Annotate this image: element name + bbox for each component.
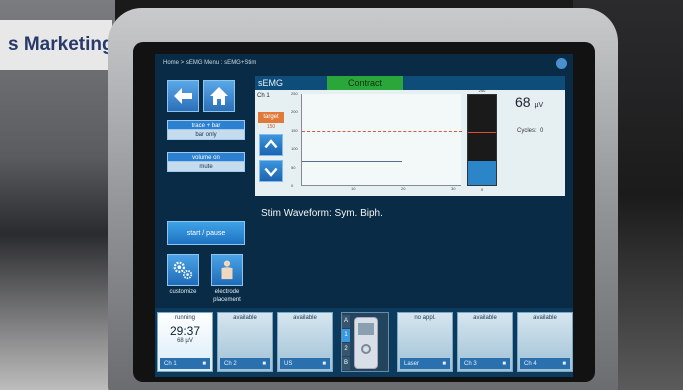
channel-reading: 68 µV	[177, 338, 193, 344]
target-down-button[interactable]	[259, 160, 283, 182]
help-icon[interactable]	[556, 58, 567, 69]
y-tick-label: 150	[291, 127, 298, 133]
meter-target-marker	[468, 131, 496, 133]
x-tick-label: 20	[401, 186, 406, 191]
chart-header: sEMG Contract	[255, 76, 565, 90]
channel-status: available	[533, 315, 557, 321]
gears-icon	[173, 261, 193, 280]
cycles-label: Cycles:	[517, 128, 537, 134]
cycles-counter: Cycles: 0	[517, 128, 543, 134]
channel-name: Ch 1	[164, 360, 177, 367]
channel-connector-icon: ■	[562, 360, 566, 367]
channel-card[interactable]: available Ch 4 ■	[517, 312, 573, 372]
channel-card[interactable]: running 29:37 68 µV Ch 1 ■	[157, 312, 213, 372]
chart-channel-label: Ch 1	[257, 93, 270, 99]
y-tick-label: 250	[291, 91, 298, 96]
channel-card[interactable]: available Ch 3 ■	[457, 312, 513, 372]
contract-status: Contract	[327, 76, 403, 90]
y-tick-label: 200	[291, 109, 298, 115]
channel-timer: 29:37	[169, 324, 201, 338]
trace-mode-title: trace + bar	[167, 120, 245, 130]
channel-connector-icon: ■	[322, 360, 326, 367]
volume-title: volume on	[167, 152, 245, 162]
y-tick-label: 50	[291, 164, 296, 170]
x-tick-label: 10	[351, 186, 356, 191]
customize-label: customize	[169, 289, 197, 295]
volume-value: mute	[167, 162, 245, 172]
cycles-value: 0	[540, 128, 544, 134]
device-screen: Home > sEMG Menu : sEMG+Stim trace + bar…	[155, 54, 573, 377]
electrode-placement-button[interactable]	[211, 254, 243, 286]
channel-card[interactable]: available US ■	[277, 312, 333, 372]
channel-footer: Laser ■	[400, 358, 450, 369]
target-up-button[interactable]	[259, 134, 283, 156]
emg-plot-area	[301, 94, 462, 186]
channel-bar: running 29:37 68 µV Ch 1 ■ available Ch 2 ■ avai…	[155, 308, 573, 377]
background-sign: s Marketing	[0, 20, 112, 70]
y-tick-label: 0	[291, 183, 294, 188]
channel-name: Ch 4	[524, 360, 537, 367]
signal-trace	[302, 160, 402, 162]
emg-reading-value: 68	[515, 94, 531, 110]
chevron-down-icon	[264, 167, 278, 177]
trace-mode-value: bar only	[167, 130, 245, 140]
channel-footer: Ch 3 ■	[460, 358, 510, 369]
home-icon	[210, 87, 228, 105]
channel-status: available	[233, 315, 257, 321]
body-icon	[221, 260, 233, 280]
channel-name: US	[284, 360, 293, 367]
channel-name: Ch 3	[464, 360, 477, 367]
x-tick-label: 30	[451, 186, 456, 191]
channel-name: Laser	[404, 360, 420, 367]
center-tab[interactable]: 2	[342, 343, 350, 356]
electrode-placement-label: electrode placement	[213, 289, 241, 303]
channel-footer: Ch 4 ■	[520, 358, 570, 369]
volume-toggle[interactable]: volume on mute	[167, 152, 245, 172]
emg-reading-unit: µV	[534, 102, 544, 109]
channel-status: available	[293, 315, 317, 321]
channel-connector-icon: ■	[502, 360, 506, 367]
back-button[interactable]	[167, 80, 199, 112]
channel-status: available	[473, 315, 497, 321]
target-value: 150	[266, 124, 276, 130]
device-selector-panel[interactable]: A12B	[341, 312, 389, 372]
center-tab[interactable]: 1	[342, 329, 350, 342]
target-label: target	[258, 112, 284, 123]
channel-connector-icon: ■	[202, 360, 206, 367]
trace-mode-toggle[interactable]: trace + bar bar only	[167, 120, 245, 140]
channel-status: running	[174, 315, 195, 321]
channel-connector-icon: ■	[262, 360, 266, 367]
home-button[interactable]	[203, 80, 235, 112]
center-tab[interactable]: A	[342, 315, 350, 328]
y-tick-label: 100	[291, 146, 298, 152]
chevron-up-icon	[264, 139, 278, 149]
emg-reading: 68 µV	[515, 94, 543, 110]
level-meter: 250	[467, 88, 497, 186]
breadcrumb: Home > sEMG Menu : sEMG+Stim	[163, 60, 257, 66]
customize-button[interactable]	[167, 254, 199, 286]
back-arrow-icon	[174, 88, 192, 104]
start-pause-button[interactable]: start / pause	[167, 221, 245, 245]
channel-footer: US ■	[280, 358, 330, 369]
channel-connector-icon: ■	[442, 360, 446, 367]
target-line	[302, 130, 462, 132]
channel-footer: Ch 2 ■	[220, 358, 270, 369]
device-thumbnail-icon	[354, 317, 378, 369]
stim-waveform-text: Stim Waveform: Sym. Biph.	[261, 208, 383, 219]
channel-footer: Ch 1 ■	[160, 358, 210, 369]
channel-card[interactable]: available Ch 2 ■	[217, 312, 273, 372]
emg-chart-panel: Ch 1 target 150 250 200 150 100 50 0 10 20 30 2…	[255, 88, 565, 196]
center-tab[interactable]: B	[342, 357, 350, 370]
meter-fill	[468, 160, 496, 185]
meter-max-label: 250	[478, 88, 486, 93]
channel-card[interactable]: no appl. Laser ■	[397, 312, 453, 372]
channel-name: Ch 2	[224, 360, 237, 367]
meter-min-label: 0	[480, 187, 484, 192]
channel-status: no appl.	[414, 315, 436, 321]
chart-mode: sEMG	[258, 78, 284, 88]
